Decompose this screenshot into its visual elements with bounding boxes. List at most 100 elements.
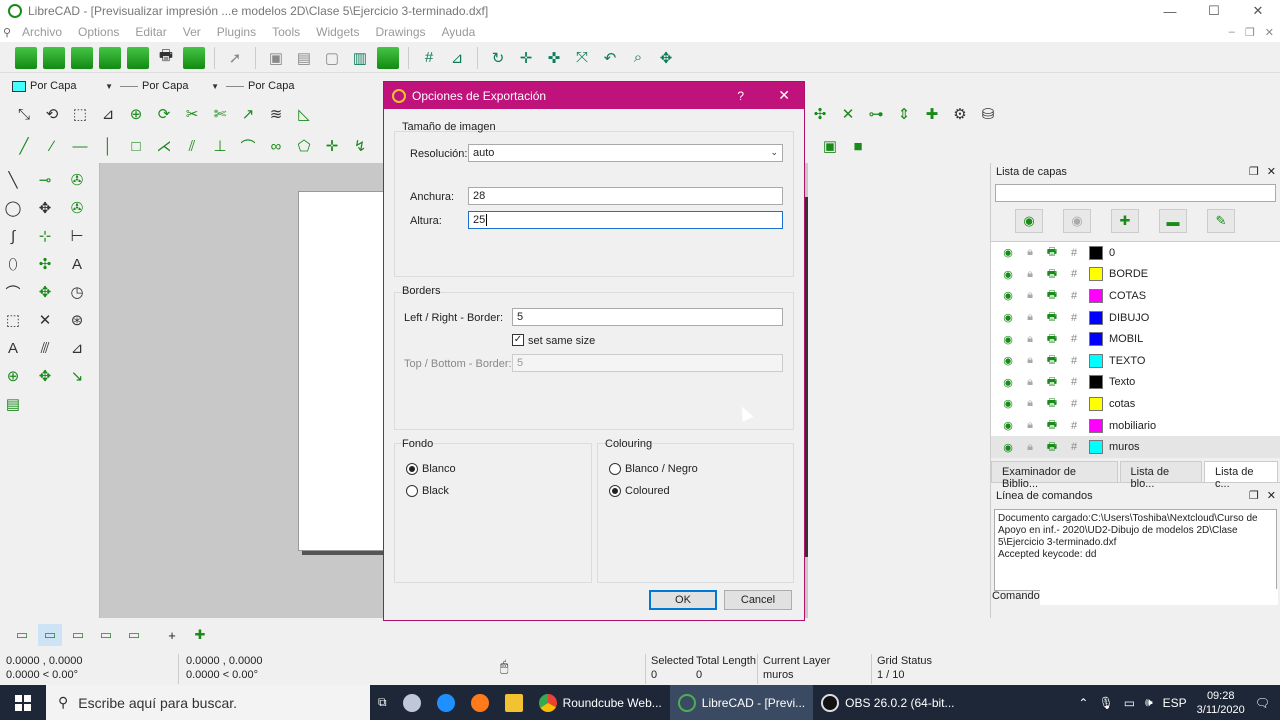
freehand-icon[interactable]: ↯ bbox=[349, 135, 371, 157]
visibility-icon[interactable]: ◉ bbox=[997, 419, 1019, 432]
construction-icon[interactable]: # bbox=[1063, 312, 1085, 324]
command-input[interactable] bbox=[1040, 589, 1278, 605]
delete-icon[interactable]: ✕ bbox=[837, 103, 859, 125]
print-toggle-icon[interactable]: 🖶 bbox=[1041, 265, 1063, 284]
taskbar-pinned-app[interactable] bbox=[395, 685, 429, 720]
cross-icon[interactable]: ✛ bbox=[321, 135, 343, 157]
insert-block-icon[interactable]: ✚ bbox=[188, 624, 212, 646]
snap-relative-icon[interactable]: ↘ bbox=[66, 365, 88, 387]
close-icon[interactable]: ✕ bbox=[1267, 489, 1276, 502]
visibility-icon[interactable]: ◉ bbox=[997, 268, 1019, 281]
trim-two-icon[interactable]: ✄ bbox=[209, 103, 231, 125]
attributes-icon[interactable]: ✚ bbox=[921, 103, 943, 125]
tangent-two-icon[interactable]: ∞ bbox=[265, 135, 287, 157]
snap-reference-icon[interactable]: ✥ bbox=[34, 365, 56, 387]
tab-layer-list[interactable]: Lista de c... bbox=[1204, 460, 1278, 490]
lock-icon[interactable]: 🔒︎ bbox=[1019, 311, 1041, 324]
trim-icon[interactable]: ✂ bbox=[181, 103, 203, 125]
tab-block-list[interactable]: Lista de blo... bbox=[1119, 460, 1202, 490]
view-icon[interactable]: ▭ bbox=[94, 624, 118, 646]
new-from-template-icon[interactable] bbox=[43, 46, 65, 69]
print-toggle-icon[interactable]: 🖶 bbox=[1041, 373, 1063, 392]
ellipse-tool-icon[interactable]: ⬯ bbox=[2, 253, 24, 275]
print-toggle-icon[interactable]: 🖶 bbox=[1041, 438, 1063, 457]
print-toggle-icon[interactable]: 🖶 bbox=[1041, 351, 1063, 370]
construction-icon[interactable]: # bbox=[1063, 333, 1085, 345]
taskbar-pinned-app[interactable] bbox=[429, 685, 463, 720]
zoom-out-icon[interactable]: ✜ bbox=[543, 47, 565, 69]
menu-editar[interactable]: Editar bbox=[127, 25, 174, 39]
print-toggle-icon[interactable]: 🖶 bbox=[1041, 394, 1063, 413]
taskbar-app-obs[interactable]: OBS 26.0.2 (64-bit... bbox=[813, 685, 962, 720]
help-button[interactable]: ? bbox=[737, 89, 744, 103]
lengthen-icon[interactable]: ↗ bbox=[237, 103, 259, 125]
close-window-button[interactable]: ✕ bbox=[1236, 0, 1280, 22]
taskbar-app-roundcube[interactable]: Roundcube Web... bbox=[531, 685, 670, 720]
color-combo[interactable]: Por Capa ▼ bbox=[8, 77, 116, 95]
menu-archivo[interactable]: Archivo bbox=[14, 25, 70, 39]
print-toggle-icon[interactable]: 🖶 bbox=[1041, 286, 1063, 305]
line-tool-icon[interactable]: ╲ bbox=[2, 169, 24, 191]
snap-free-icon[interactable]: ⊸ bbox=[34, 169, 56, 191]
mirror-icon[interactable]: ⊿ bbox=[97, 103, 119, 125]
add-layer-icon[interactable]: ✚ bbox=[1111, 209, 1139, 233]
construction-icon[interactable]: # bbox=[1063, 441, 1085, 453]
menu-plugins[interactable]: Plugins bbox=[209, 25, 264, 39]
microphone-icon[interactable]: 🎙 bbox=[1098, 696, 1113, 710]
lock-icon[interactable]: 🔒︎ bbox=[1019, 376, 1041, 389]
offset-icon[interactable]: ≋ bbox=[265, 103, 287, 125]
line-2p-icon[interactable]: ╱ bbox=[13, 135, 35, 157]
construction-icon[interactable]: # bbox=[1063, 376, 1085, 388]
move-rotate-icon[interactable]: ⊕ bbox=[125, 103, 147, 125]
paint-icon[interactable]: ⛁ bbox=[977, 103, 999, 125]
maximize-button[interactable]: ☐ bbox=[1192, 0, 1236, 22]
divide-icon[interactable]: ⊶ bbox=[865, 103, 887, 125]
explode-icon[interactable]: ✣ bbox=[809, 103, 831, 125]
bisector-icon[interactable]: ⋌ bbox=[153, 135, 175, 157]
snap-angle-icon[interactable]: ⊛ bbox=[66, 309, 88, 331]
text-tool-icon[interactable]: A bbox=[66, 253, 88, 275]
modify-tool-icon[interactable]: ⊕ bbox=[2, 365, 24, 387]
save-icon[interactable] bbox=[99, 46, 121, 69]
tangent-icon[interactable]: ⌒ bbox=[237, 135, 259, 157]
close-icon[interactable]: ✕ bbox=[1267, 165, 1276, 178]
lock-icon[interactable]: 🔒︎ bbox=[1019, 333, 1041, 346]
menu-options[interactable]: Options bbox=[70, 25, 127, 39]
zoom-auto-icon[interactable]: ⤧ bbox=[571, 47, 593, 69]
clock[interactable]: 09:28 3/11/2020 bbox=[1197, 689, 1245, 717]
layer-row[interactable]: ◉ 🔒︎ 🖶 # MOBIL bbox=[991, 328, 1280, 350]
move-icon[interactable]: ⤡ bbox=[13, 103, 35, 125]
redraw-icon[interactable]: ↻ bbox=[487, 47, 509, 69]
same-size-checkbox[interactable]: ✓ bbox=[512, 334, 524, 346]
lock-icon[interactable]: 🔒︎ bbox=[1019, 419, 1041, 432]
network-icon[interactable]: ▭ bbox=[1124, 696, 1135, 710]
language-indicator[interactable]: ESP bbox=[1163, 696, 1187, 710]
properties-icon[interactable]: ⚙ bbox=[949, 103, 971, 125]
coloured-radio[interactable] bbox=[609, 485, 621, 497]
menu-widgets[interactable]: Widgets bbox=[308, 25, 367, 39]
layer-row[interactable]: ◉ 🔒︎ 🖶 # TEXTO bbox=[991, 350, 1280, 372]
menu-ayuda[interactable]: Ayuda bbox=[434, 25, 484, 39]
construction-icon[interactable]: # bbox=[1063, 247, 1085, 259]
line-angle-icon[interactable]: ∕ bbox=[41, 135, 63, 157]
bw-radio[interactable] bbox=[609, 463, 621, 475]
snap-icon[interactable]: ⊿ bbox=[446, 47, 468, 69]
visibility-icon[interactable]: ◉ bbox=[997, 289, 1019, 302]
construction-icon[interactable]: # bbox=[1063, 420, 1085, 432]
save-as-icon[interactable] bbox=[127, 46, 149, 69]
polyline-tool-icon[interactable]: ⌒ bbox=[2, 281, 24, 303]
lock-icon[interactable]: 🔒︎ bbox=[1019, 397, 1041, 410]
visibility-icon[interactable]: ◉ bbox=[997, 397, 1019, 410]
resolution-select[interactable]: auto ⌄ bbox=[468, 144, 783, 162]
visibility-icon[interactable]: ◉ bbox=[997, 376, 1019, 389]
height-input[interactable]: 25 bbox=[468, 211, 783, 229]
view-icon[interactable]: ▭ bbox=[10, 624, 34, 646]
layer-row[interactable]: ◉ 🔒︎ 🖶 # cotas bbox=[991, 393, 1280, 415]
measure-tool-icon[interactable]: ▤ bbox=[2, 393, 24, 415]
view-icon[interactable]: ▭ bbox=[66, 624, 90, 646]
scale-icon[interactable]: ⬚ bbox=[69, 103, 91, 125]
visibility-icon[interactable]: ◉ bbox=[997, 333, 1019, 346]
layer-icon[interactable]: ▥ bbox=[349, 47, 371, 69]
zoom-pan-icon[interactable]: ✥ bbox=[655, 47, 677, 69]
lock-icon[interactable]: 🔒︎ bbox=[1019, 289, 1041, 302]
